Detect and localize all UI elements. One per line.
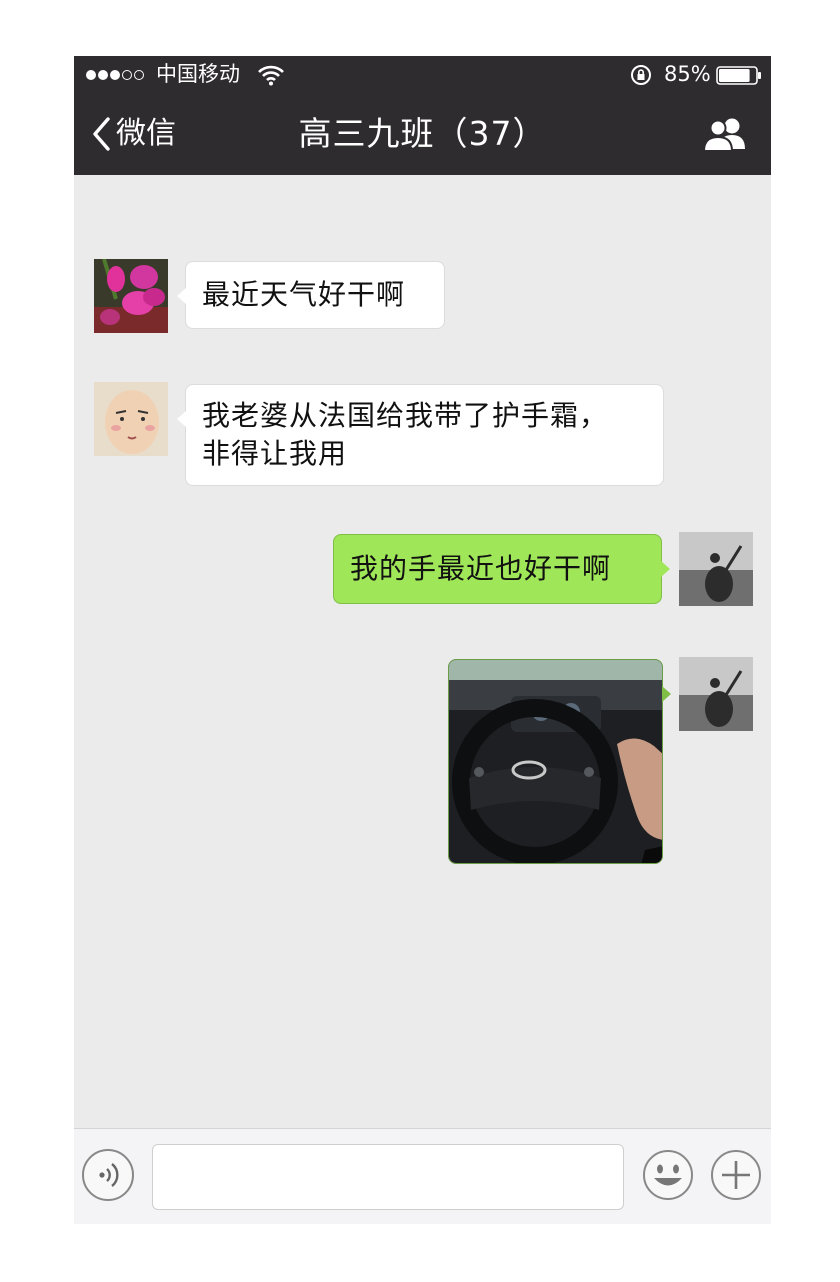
signal-strength-icon: [86, 62, 144, 88]
voice-input-button[interactable]: [82, 1149, 134, 1201]
message-bubble-incoming[interactable]: 我老婆从法国给我带了护手霜， 非得让我用: [177, 384, 664, 486]
silhouette-guitar-avatar: [679, 532, 753, 606]
navigation-bar: 微信 高三九班（37）: [74, 94, 771, 175]
battery-icon: [716, 66, 761, 85]
battery-percentage: 85%: [664, 62, 711, 86]
silhouette-guitar-avatar: [679, 657, 753, 731]
plus-icon: [711, 1150, 761, 1200]
image-bubble-tail: [662, 686, 671, 702]
message-input[interactable]: [152, 1144, 624, 1210]
message-bubble-outgoing[interactable]: 我的手最近也好干啊: [333, 534, 670, 604]
status-bar: 中国移动 85%: [74, 56, 771, 94]
my-avatar[interactable]: [679, 657, 753, 731]
chat-title: 高三九班（37）: [298, 114, 547, 153]
sender-avatar-cartoon[interactable]: [94, 382, 168, 456]
voice-icon: [99, 1163, 119, 1187]
wechat-chat-screen: 中国移动 85% 微信 高三九班（37） 最近天气好干啊 我老婆从法国给我带了护…: [74, 56, 771, 1224]
message-text-line: 非得让我用: [202, 437, 348, 470]
car-steering-wheel-photo: [449, 660, 662, 863]
cartoon-bald-man-avatar: [94, 382, 168, 456]
sender-avatar-orchid[interactable]: [94, 259, 168, 333]
rotation-lock-icon: [631, 65, 651, 85]
emoji-button[interactable]: [642, 1149, 694, 1201]
group-members-icon[interactable]: [702, 116, 748, 154]
message-bubble-incoming[interactable]: 最近天气好干啊: [177, 261, 445, 329]
message-text-line: 我老婆从法国给我带了护手霜，: [202, 399, 609, 432]
carrier-name: 中国移动: [156, 62, 240, 86]
wifi-icon: [258, 65, 284, 86]
image-message-car-steering-wheel[interactable]: [448, 659, 663, 864]
message-text: 最近天气好干啊: [202, 278, 406, 311]
my-avatar[interactable]: [679, 532, 753, 606]
message-text: 我的手最近也好干啊: [350, 552, 612, 585]
emoji-icon: [643, 1150, 693, 1200]
more-options-button[interactable]: [710, 1149, 762, 1201]
orchid-flower-avatar: [94, 259, 168, 333]
input-bar: [74, 1128, 771, 1224]
